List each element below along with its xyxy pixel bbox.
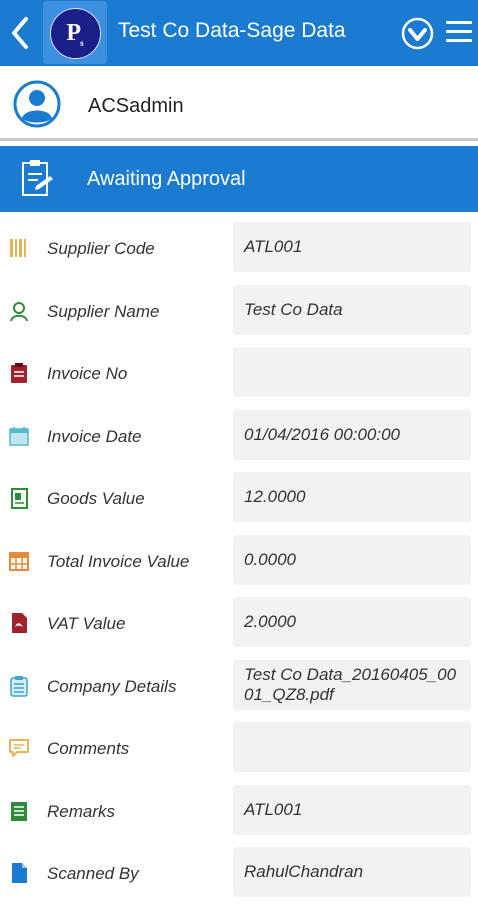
username: ACSadmin xyxy=(88,95,184,117)
comment-icon xyxy=(9,739,29,757)
field-value[interactable]: 2.0000 xyxy=(233,597,471,647)
pdf-file-icon xyxy=(12,613,27,633)
list-document-icon xyxy=(11,801,27,821)
calendar-icon xyxy=(9,426,29,446)
user-bar: ACSadmin xyxy=(0,66,478,141)
field-value[interactable]: ATL001 xyxy=(233,222,471,272)
field-row-comments: Comments xyxy=(0,716,478,779)
field-row-company-details: Company Details Test Co Data_20160405_00… xyxy=(0,654,478,717)
calculator-icon xyxy=(9,551,29,571)
field-row-supplier-code: Supplier Code ATL001 xyxy=(0,216,478,279)
field-value[interactable]: Test Co Data_20160405_0001_QZ8.pdf xyxy=(233,659,471,710)
dropdown-button[interactable] xyxy=(401,17,434,50)
person-icon xyxy=(10,301,28,321)
field-row-remarks: Remarks ATL001 xyxy=(0,779,478,842)
field-label: Supplier Name xyxy=(47,301,160,321)
field-label: Supplier Code xyxy=(47,239,155,258)
field-label: Invoice Date xyxy=(47,426,142,446)
field-value[interactable]: 01/04/2016 00:00:00 xyxy=(233,409,471,460)
top-app-bar: Ps Test Co Data-Sage Data xyxy=(0,0,478,66)
field-label: Comments xyxy=(47,739,130,758)
barcode-icon xyxy=(10,239,26,257)
field-row-scanned-by: Scanned By RahulChandran xyxy=(0,841,478,904)
status-label: Awaiting Approval xyxy=(87,168,246,190)
field-row-total-invoice-value: Total Invoice Value 0.0000 xyxy=(0,529,478,592)
chevron-down-circle-icon xyxy=(401,17,434,50)
field-value[interactable]: RahulChandran xyxy=(233,847,471,897)
field-value[interactable]: 0.0000 xyxy=(233,534,471,585)
field-value[interactable]: 12.0000 xyxy=(233,472,471,522)
app-title: Test Co Data-Sage Data xyxy=(118,19,346,42)
field-value[interactable] xyxy=(233,347,471,397)
app-logo: Ps xyxy=(43,1,107,64)
field-row-invoice-date: Invoice Date 01/04/2016 00:00:00 xyxy=(0,404,478,467)
notepad-icon xyxy=(10,675,28,697)
logo-letter: P xyxy=(66,20,82,46)
field-row-goods-value: Goods Value 12.0000 xyxy=(0,466,478,529)
document-icon xyxy=(11,488,28,509)
field-label: Total Invoice Value xyxy=(47,551,190,571)
field-label: VAT Value xyxy=(47,614,126,633)
field-label: Scanned By xyxy=(47,864,139,883)
field-label: Company Details xyxy=(47,676,177,696)
field-row-vat-value: VAT Value 2.0000 xyxy=(0,591,478,654)
approval-document-icon xyxy=(22,160,53,196)
field-label: Invoice No xyxy=(47,364,128,383)
status-bar: Awaiting Approval xyxy=(0,146,478,212)
field-label: Remarks xyxy=(47,801,116,821)
clipboard-icon xyxy=(11,363,27,383)
field-value[interactable] xyxy=(233,722,471,772)
file-icon xyxy=(12,863,27,883)
field-row-supplier-name: Supplier Name Test Co Data xyxy=(0,279,478,342)
hamburger-menu-icon[interactable] xyxy=(446,21,472,43)
user-avatar-icon xyxy=(13,80,61,128)
field-value[interactable]: Test Co Data xyxy=(233,284,471,335)
field-row-invoice-no: Invoice No xyxy=(0,341,478,404)
logo-badge: Ps xyxy=(50,8,101,59)
chevron-left-icon xyxy=(12,17,28,49)
field-value[interactable]: ATL001 xyxy=(233,784,471,835)
logo-subscript: s xyxy=(80,38,84,48)
back-button[interactable] xyxy=(6,15,36,51)
field-label: Goods Value xyxy=(47,489,145,508)
invoice-fields: Supplier Code ATL001 Supplier Name Test … xyxy=(0,216,478,904)
